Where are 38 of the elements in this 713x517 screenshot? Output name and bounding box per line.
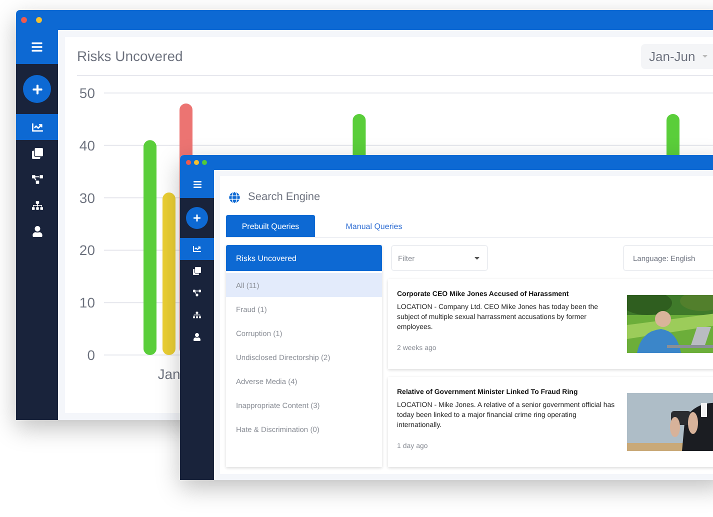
maximize-dot[interactable] <box>202 160 207 165</box>
copy-icon <box>193 267 201 275</box>
axis-tick-label: 0 <box>87 347 95 363</box>
plus-icon <box>32 84 42 94</box>
add-button[interactable] <box>23 75 51 103</box>
article-card[interactable] <box>388 377 713 467</box>
axis-category-label: Jan <box>158 366 180 382</box>
close-dot[interactable] <box>186 160 191 165</box>
card-title: Risks Uncovered <box>77 48 183 64</box>
category-header: Risks Uncovered <box>226 245 382 271</box>
panel-title: Search Engine <box>248 191 320 203</box>
copy-icon <box>32 148 42 158</box>
network-icon <box>32 174 42 184</box>
axis-tick-label: 20 <box>79 242 95 258</box>
globe-icon <box>229 192 240 202</box>
hierarchy-icon <box>32 200 42 210</box>
close-dot[interactable] <box>21 17 27 23</box>
axis-tick-label: 30 <box>79 190 95 206</box>
tab[interactable]: Prebuilt Queries <box>226 215 315 237</box>
axis-tick-label: 10 <box>79 294 95 311</box>
axis-tick-label: 50 <box>79 85 95 101</box>
caret-icon <box>701 52 709 60</box>
plus-icon <box>193 214 201 222</box>
chart-icon <box>32 122 42 132</box>
minimize-dot[interactable] <box>36 17 42 23</box>
menu-icon[interactable] <box>192 180 202 188</box>
hierarchy-icon <box>193 311 201 319</box>
add-button[interactable] <box>186 207 208 229</box>
menu-icon[interactable] <box>31 41 43 53</box>
minimize-dot[interactable] <box>194 160 199 165</box>
axis-tick-label: 40 <box>79 137 95 154</box>
user-icon <box>32 226 42 236</box>
user-icon <box>193 333 201 341</box>
chart-icon <box>193 245 201 253</box>
caret-icon <box>473 254 481 262</box>
range-dropdown[interactable]: Jan-Jun <box>641 44 713 68</box>
tab[interactable]: Manual Queries <box>324 215 424 237</box>
network-icon <box>193 289 201 297</box>
